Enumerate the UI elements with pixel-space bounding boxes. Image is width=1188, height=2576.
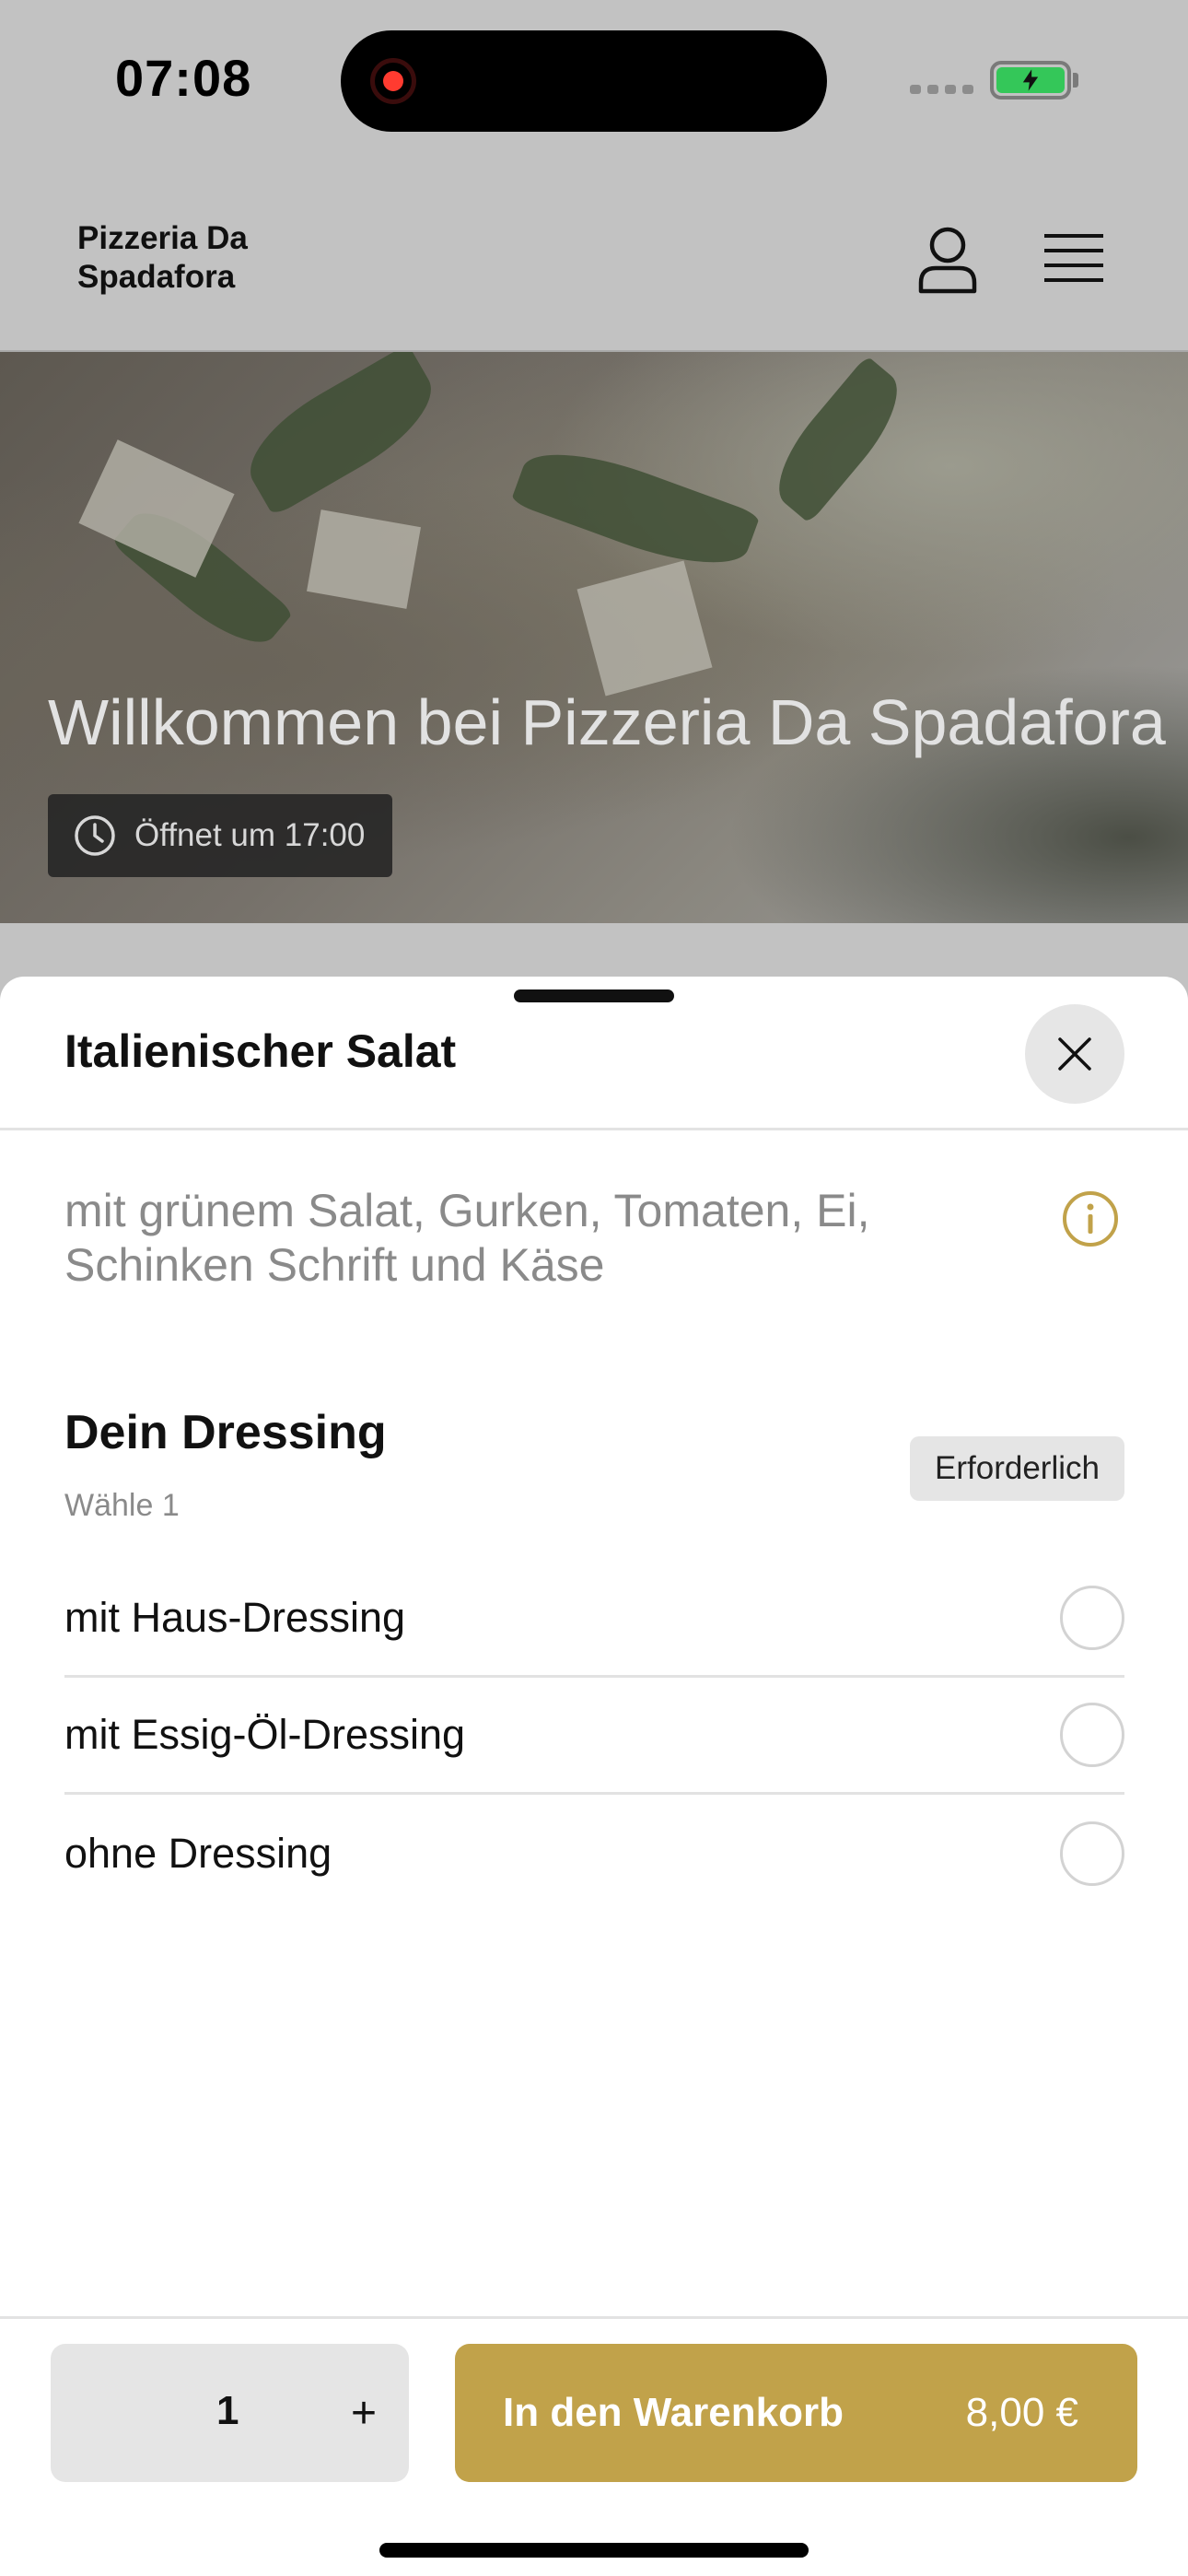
option-label: mit Essig-Öl-Dressing — [64, 1711, 466, 1758]
clock-icon — [75, 815, 115, 856]
record-icon — [370, 58, 416, 104]
close-button[interactable] — [1025, 1004, 1124, 1104]
price-label: 8,00 € — [965, 2390, 1078, 2435]
site-header: Pizzeria Da Spadafora — [0, 166, 1188, 352]
option-label: mit Haus-Dressing — [64, 1594, 406, 1641]
option-haus-dressing[interactable]: mit Haus-Dressing — [64, 1561, 1124, 1678]
opening-hours-badge: Öffnet um 17:00 — [48, 794, 393, 877]
close-icon — [1058, 1037, 1091, 1071]
sheet-divider — [0, 1128, 1188, 1130]
status-time: 07:08 — [115, 49, 252, 107]
required-badge: Erforderlich — [910, 1436, 1124, 1501]
quantity-value: 1 — [216, 2388, 239, 2433]
dynamic-island — [341, 30, 827, 132]
user-icon[interactable] — [917, 226, 978, 294]
option-group-subtitle: Wähle 1 — [64, 1488, 180, 1523]
add-to-cart-button[interactable]: In den Warenkorb 8,00 € — [455, 2344, 1137, 2482]
hero-banner: Willkommen bei Pizzeria Da Spadafora Öff… — [0, 352, 1188, 923]
battery-tip — [1073, 73, 1078, 88]
option-group-title: Dein Dressing — [64, 1406, 387, 1459]
sheet-grabber[interactable] — [514, 989, 674, 1002]
brand-name[interactable]: Pizzeria Da Spadafora — [77, 219, 298, 297]
home-indicator[interactable] — [379, 2543, 809, 2558]
product-description: mit grünem Salat, Gurken, Tomaten, Ei, S… — [64, 1185, 870, 1291]
product-sheet: Italienischer Salat mit grünem Salat, Gu… — [0, 977, 1188, 2576]
opening-hours-text: Öffnet um 17:00 — [134, 817, 366, 853]
radio-button[interactable] — [1060, 1821, 1124, 1886]
product-title: Italienischer Salat — [64, 1025, 457, 1077]
status-bar: 07:08 — [0, 0, 1188, 166]
dressing-options: mit Haus-Dressing mit Essig-Öl-Dressing … — [64, 1561, 1124, 1912]
info-icon[interactable] — [1062, 1190, 1119, 1247]
option-essig-oel-dressing[interactable]: mit Essig-Öl-Dressing — [64, 1678, 1124, 1795]
hero-title: Willkommen bei Pizzeria Da Spadafora — [48, 686, 1166, 758]
menu-icon[interactable] — [1044, 232, 1103, 284]
signal-icon — [910, 85, 973, 94]
battery-icon — [990, 61, 1071, 100]
increment-button[interactable]: + — [336, 2381, 391, 2445]
radio-button[interactable] — [1060, 1586, 1124, 1650]
footer-divider — [0, 2316, 1188, 2319]
add-to-cart-label: In den Warenkorb — [503, 2390, 844, 2435]
option-ohne-dressing[interactable]: ohne Dressing — [64, 1795, 1124, 1912]
option-label: ohne Dressing — [64, 1829, 332, 1877]
radio-button[interactable] — [1060, 1703, 1124, 1767]
quantity-stepper: 1 + — [51, 2344, 409, 2482]
